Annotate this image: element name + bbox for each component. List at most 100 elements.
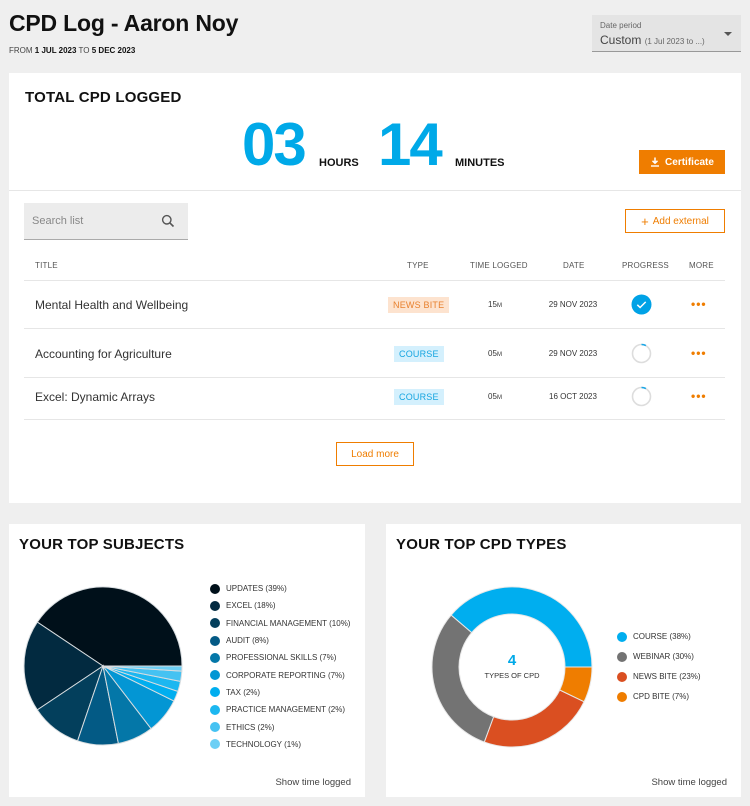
legend-swatch bbox=[210, 739, 220, 750]
cpd-types-legend: COURSE (38%) WEBINAR (30%) NEWS BITE (23%)… bbox=[617, 627, 701, 707]
legend-swatch bbox=[210, 635, 220, 646]
table-row[interactable]: Accounting for Agriculture COURSE 05M 29… bbox=[24, 328, 725, 377]
col-header-type: TYPE bbox=[407, 261, 429, 270]
page-title: CPD Log - Aaron Noy bbox=[9, 10, 239, 36]
legend-label: TAX (2%) bbox=[226, 687, 261, 697]
legend-item-technology: TECHNOLOGY (1%) bbox=[210, 736, 350, 753]
subjects-legend: UPDATES (39%) EXCEL (18%) FINANCIAL MANAGE… bbox=[210, 580, 350, 753]
total-cpd-title: TOTAL CPD LOGGED bbox=[25, 89, 182, 106]
add-external-button[interactable]: + Add external bbox=[625, 209, 725, 233]
legend-swatch bbox=[210, 583, 220, 594]
top-cpd-types-card: YOUR TOP CPD TYPES 4 TYPES OF CPD COURSE… bbox=[386, 524, 741, 797]
legend-item-corporate-reporting: CORPORATE REPORTING (7%) bbox=[210, 666, 350, 683]
legend-item-professional-skills: PROFESSIONAL SKILLS (7%) bbox=[210, 649, 350, 666]
date-period-selected: Custom bbox=[600, 33, 642, 47]
legend-item-cpd-bite: CPD BITE (7%) bbox=[617, 687, 701, 707]
col-header-date: DATE bbox=[563, 261, 585, 270]
show-time-logged-link[interactable]: Show time logged bbox=[651, 777, 727, 788]
section-divider bbox=[9, 190, 741, 191]
time-unit: M bbox=[496, 395, 502, 401]
hours-value: 03 bbox=[242, 111, 307, 178]
progress-ring-icon bbox=[631, 386, 652, 407]
legend-item-tax: TAX (2%) bbox=[210, 684, 350, 701]
date-range-summary: FROM 1 JUL 2023 TO 5 DEC 2023 bbox=[9, 46, 135, 55]
slice-news-bite[interactable] bbox=[483, 689, 585, 748]
types-count-label: TYPES OF CPD bbox=[484, 671, 540, 680]
row-title[interactable]: Excel: Dynamic Arrays bbox=[35, 390, 155, 404]
time-unit: M bbox=[496, 303, 502, 309]
date-period-detail: (1 Jul 2023 to ...) bbox=[644, 37, 705, 46]
time-value: 15 bbox=[488, 300, 497, 309]
time-logged: 05M bbox=[475, 392, 515, 401]
legend-label: WEBINAR (30%) bbox=[633, 652, 694, 661]
subjects-pie-chart bbox=[23, 586, 183, 746]
legend-label: NEWS BITE (23%) bbox=[633, 672, 701, 681]
total-cpd-card: TOTAL CPD LOGGED 03 HOURS 14 MINUTES Cer… bbox=[9, 73, 741, 503]
legend-swatch bbox=[210, 687, 220, 698]
legend-item-practice-management: PRACTICE MANAGEMENT (2%) bbox=[210, 701, 350, 718]
top-subjects-title: YOUR TOP SUBJECTS bbox=[19, 536, 185, 553]
more-options-button[interactable]: ••• bbox=[691, 298, 707, 310]
legend-label: UPDATES (39%) bbox=[226, 584, 287, 594]
legend-label: PROFESSIONAL SKILLS (7%) bbox=[226, 653, 337, 663]
col-header-time-logged: TIME LOGGED bbox=[470, 261, 528, 270]
legend-swatch bbox=[210, 600, 220, 611]
legend-label: CPD BITE (7%) bbox=[633, 692, 690, 701]
legend-swatch bbox=[617, 632, 627, 642]
show-time-logged-link[interactable]: Show time logged bbox=[275, 777, 351, 788]
row-title[interactable]: Mental Health and Wellbeing bbox=[35, 298, 188, 312]
legend-swatch bbox=[617, 652, 627, 662]
add-external-label: Add external bbox=[652, 215, 709, 227]
legend-label: PRACTICE MANAGEMENT (2%) bbox=[226, 705, 345, 715]
legend-item-ethics: ETHICS (2%) bbox=[210, 718, 350, 735]
table-row[interactable]: Mental Health and Wellbeing NEWS BITE 15… bbox=[24, 280, 725, 328]
hours-label: HOURS bbox=[319, 157, 359, 169]
legend-item-news-bite: NEWS BITE (23%) bbox=[617, 667, 701, 687]
type-badge: COURSE bbox=[394, 346, 444, 362]
legend-item-webinar: WEBINAR (30%) bbox=[617, 647, 701, 667]
legend-item-updates: UPDATES (39%) bbox=[210, 580, 350, 597]
time-logged: 15M bbox=[475, 300, 515, 309]
legend-swatch bbox=[210, 652, 220, 663]
legend-label: EXCEL (18%) bbox=[226, 601, 276, 611]
legend-item-course: COURSE (38%) bbox=[617, 627, 701, 647]
legend-swatch bbox=[210, 704, 220, 715]
types-count: 4 bbox=[507, 652, 517, 669]
date-period-value: Custom (1 Jul 2023 to ...) bbox=[600, 33, 705, 47]
plus-icon: + bbox=[641, 213, 649, 229]
legend-label: FINANCIAL MANAGEMENT (10%) bbox=[226, 618, 351, 628]
certificate-button[interactable]: Certificate bbox=[639, 150, 725, 174]
download-icon bbox=[651, 157, 660, 167]
row-title[interactable]: Accounting for Agriculture bbox=[35, 347, 172, 361]
search-input[interactable] bbox=[32, 203, 152, 239]
range-from: 1 JUL 2023 bbox=[34, 46, 77, 55]
range-to-label: TO bbox=[78, 46, 90, 55]
legend-label: CORPORATE REPORTING (7%) bbox=[226, 670, 345, 680]
col-header-title: TITLE bbox=[35, 261, 58, 270]
legend-label: TECHNOLOGY (1%) bbox=[226, 739, 301, 749]
date-period-select[interactable]: Date period Custom (1 Jul 2023 to ...) bbox=[592, 15, 741, 52]
time-value: 05 bbox=[488, 392, 497, 401]
legend-swatch bbox=[210, 670, 220, 681]
load-more-button[interactable]: Load more bbox=[336, 442, 414, 466]
legend-swatch bbox=[617, 692, 627, 702]
range-to: 5 DEC 2023 bbox=[91, 46, 136, 55]
more-options-button[interactable]: ••• bbox=[691, 347, 707, 359]
legend-swatch bbox=[210, 618, 220, 629]
legend-label: ETHICS (2%) bbox=[226, 722, 275, 732]
table-bottom-border bbox=[24, 419, 725, 420]
row-date: 29 NOV 2023 bbox=[548, 300, 598, 309]
search-icon[interactable] bbox=[161, 214, 175, 228]
more-options-button[interactable]: ••• bbox=[691, 390, 707, 402]
date-period-label: Date period bbox=[600, 21, 642, 30]
legend-item-excel: EXCEL (18%) bbox=[210, 597, 350, 614]
table-row[interactable]: Excel: Dynamic Arrays COURSE 05M 16 OCT … bbox=[24, 377, 725, 419]
range-from-label: FROM bbox=[9, 46, 33, 55]
legend-swatch bbox=[617, 672, 627, 682]
donut-center: 4 TYPES OF CPD bbox=[462, 652, 562, 680]
legend-swatch bbox=[210, 722, 220, 733]
time-value: 05 bbox=[488, 349, 497, 358]
col-header-progress: PROGRESS bbox=[622, 261, 669, 270]
minutes-value: 14 bbox=[378, 111, 443, 178]
caret-down-icon bbox=[724, 32, 732, 36]
